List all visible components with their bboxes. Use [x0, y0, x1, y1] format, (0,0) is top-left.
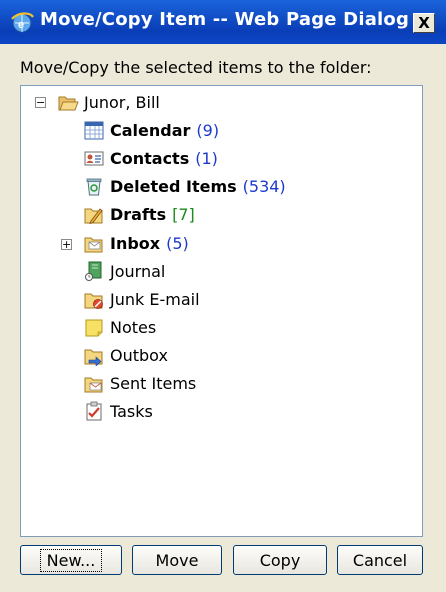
contacts-icon: [84, 151, 104, 166]
sent-items-icon: [84, 377, 103, 393]
folder-label: Calendar: [110, 120, 191, 140]
move-button-label: Move: [155, 550, 199, 570]
svg-text:e: e: [18, 19, 24, 31]
unread-count: (5): [166, 233, 189, 253]
folder-item-sent-items[interactable]: Sent Items: [83, 370, 196, 396]
folder-label: Deleted Items: [110, 176, 237, 196]
folder-label: Notes: [110, 317, 157, 337]
folder-item-calendar[interactable]: Calendar (9): [83, 117, 219, 143]
move-copy-dialog: e Move/Copy Item -- Web Page Dialog X Mo…: [0, 0, 446, 592]
tree-root-item[interactable]: Junor, Bill: [57, 89, 160, 115]
move-button[interactable]: Move: [132, 545, 222, 575]
folder-label: Journal: [110, 261, 166, 281]
copy-button[interactable]: Copy: [233, 545, 327, 575]
cancel-button-label: Cancel: [352, 550, 408, 570]
instruction-label: Move/Copy the selected items to the fold…: [20, 58, 372, 77]
folder-item-journal[interactable]: Journal: [83, 258, 165, 284]
folder-tree[interactable]: − Junor, Bill Calendar (9) Contacts (1) …: [20, 85, 423, 537]
ie-globe-icon: e: [11, 12, 34, 33]
cancel-button[interactable]: Cancel: [337, 545, 423, 575]
expand-toggle[interactable]: +: [61, 239, 72, 250]
unread-count: (9): [196, 120, 220, 140]
junk-email-icon: [84, 293, 103, 309]
journal-icon: [85, 261, 102, 281]
copy-button-label: Copy: [259, 550, 301, 570]
unread-count: (1): [195, 148, 218, 168]
folder-item-outbox[interactable]: Outbox: [83, 342, 168, 368]
folder-open-icon: [58, 96, 79, 111]
outbox-icon: [84, 349, 103, 366]
tasks-icon: [86, 401, 102, 421]
deleted-items-icon: [86, 178, 102, 196]
collapse-toggle[interactable]: −: [35, 97, 46, 108]
folder-label: Junk E-mail: [110, 289, 200, 309]
folder-item-junk-email[interactable]: Junk E-mail: [83, 286, 200, 312]
new-folder-button[interactable]: New...: [20, 545, 122, 575]
title-bar[interactable]: e Move/Copy Item -- Web Page Dialog X: [0, 0, 446, 44]
folder-label: Contacts: [110, 148, 190, 168]
folder-label: Drafts: [110, 204, 167, 224]
window-title: Move/Copy Item -- Web Page Dialog: [40, 9, 410, 30]
folder-item-deleted-items[interactable]: Deleted Items (534): [83, 173, 286, 199]
folder-item-notes[interactable]: Notes: [83, 314, 156, 340]
calendar-icon: [84, 121, 104, 140]
folder-label: Inbox: [110, 233, 161, 253]
close-button[interactable]: X: [413, 13, 435, 33]
drafts-icon: [84, 208, 103, 225]
new-button-label: New...: [39, 548, 103, 572]
folder-item-inbox[interactable]: Inbox (5): [83, 230, 189, 256]
folder-label: Tasks: [110, 401, 153, 421]
notes-icon: [85, 319, 103, 337]
tree-root-label: Junor, Bill: [84, 92, 160, 112]
folder-item-drafts[interactable]: Drafts [7]: [83, 201, 195, 227]
draft-count: [7]: [172, 204, 195, 224]
inbox-icon: [84, 237, 103, 253]
unread-count: (534): [242, 176, 286, 196]
folder-label: Outbox: [110, 345, 168, 365]
folder-label: Sent Items: [110, 373, 197, 393]
folder-item-contacts[interactable]: Contacts (1): [83, 145, 218, 171]
folder-item-tasks[interactable]: Tasks: [83, 398, 153, 424]
